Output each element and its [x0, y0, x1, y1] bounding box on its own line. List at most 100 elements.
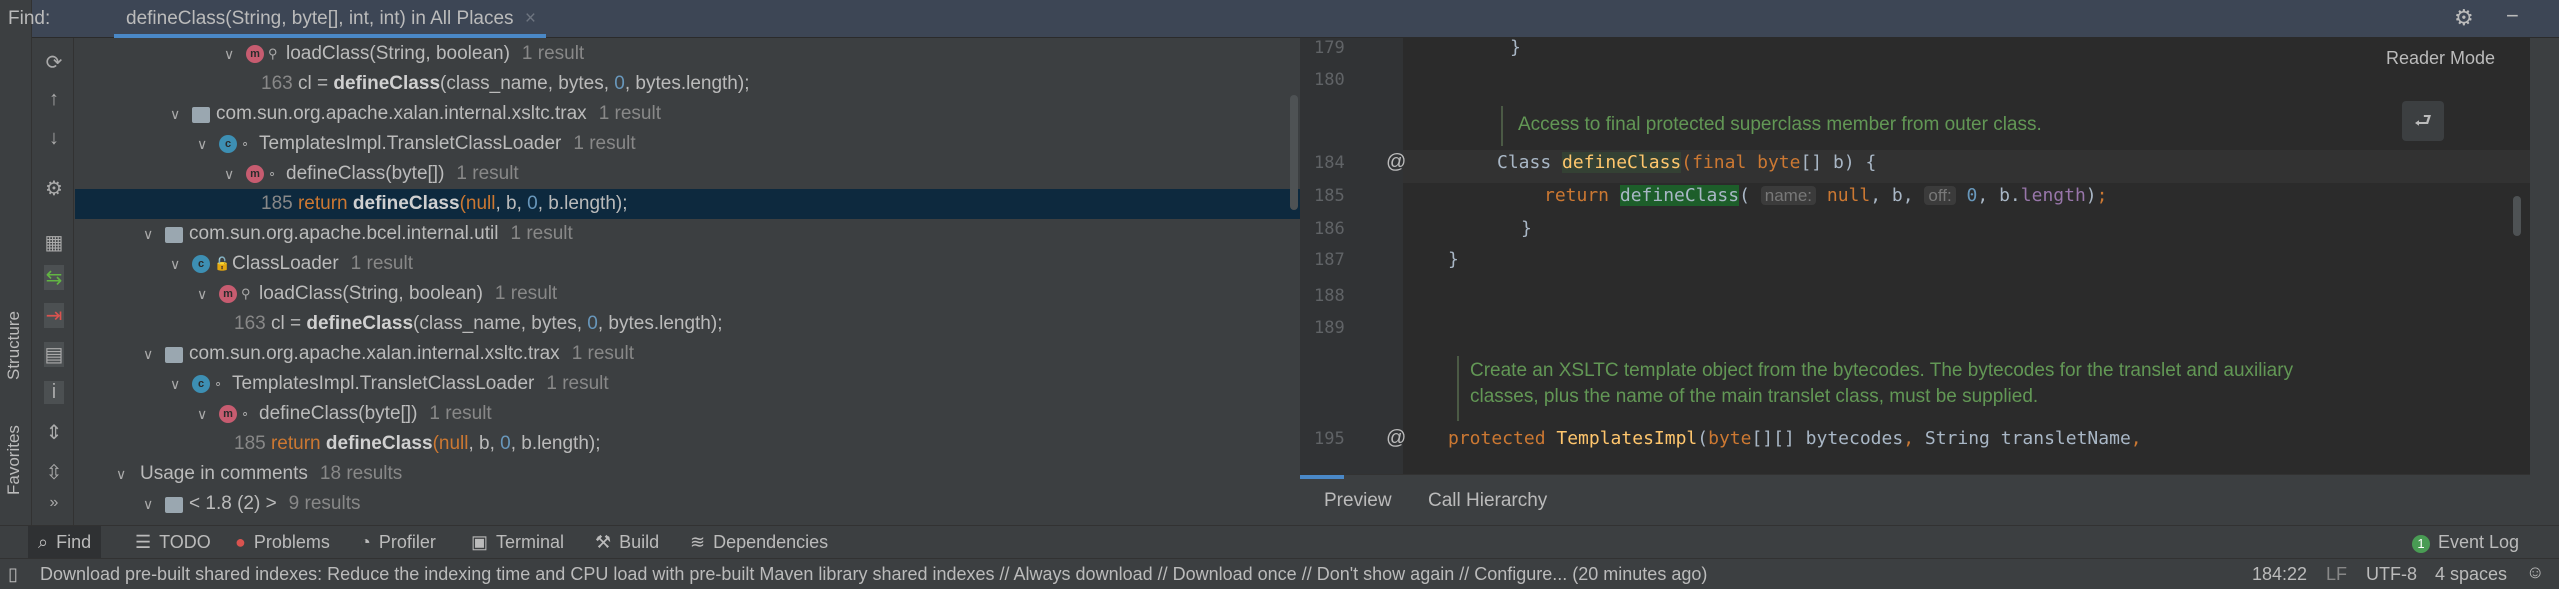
usage-line[interactable]: 185 return defineClass(null, b, 0, b.len… — [75, 189, 1300, 219]
code-line[interactable]: } — [1521, 218, 1532, 239]
usage-line[interactable]: 163 cl = defineClass(class_name, bytes, … — [75, 309, 1300, 339]
settings-icon[interactable]: ⚙ — [44, 176, 64, 201]
gear-icon[interactable]: ⚙ — [2454, 5, 2474, 31]
tree-scrollbar[interactable] — [1290, 95, 1298, 210]
find-tab[interactable]: defineClass(String, byte[], int, int) in… — [114, 0, 546, 38]
usage-line[interactable]: 185 return defineClass(null, b, 0, b.len… — [75, 429, 1300, 459]
close-tab-icon[interactable]: × — [525, 8, 536, 29]
info-icon[interactable]: i — [44, 381, 64, 404]
tree-node[interactable]: ∨ c ∘ TemplatesImpl.TransletClassLoader 1 re… — [75, 129, 1300, 159]
horizontal-scrollbar[interactable] — [1300, 475, 1344, 479]
toolwindow-dependencies[interactable]: ≋ Dependencies — [680, 526, 838, 559]
code-token: , bytes.length); — [624, 73, 750, 94]
collapse-all-icon[interactable]: ⇳ — [44, 460, 64, 485]
tree-node[interactable]: ∨ c 🔓 ClassLoader 1 result — [75, 249, 1300, 279]
line-separator[interactable]: LF — [2326, 564, 2347, 585]
chevron-down-icon[interactable]: ∨ — [143, 489, 153, 519]
notification-icon[interactable]: ▯ — [8, 564, 18, 585]
code-line[interactable]: } — [1448, 249, 1459, 270]
caret-position[interactable]: 184:22 — [2252, 564, 2307, 585]
code-token: defineClass — [306, 313, 414, 334]
tree-node[interactable]: ∨ com.sun.org.apache.bcel.internal.util 1 … — [75, 219, 1300, 249]
chevron-down-icon[interactable]: ∨ — [197, 129, 207, 159]
more-icon[interactable]: » — [44, 494, 64, 512]
node-text: TemplatesImpl.TransletClassLoader 1 resul… — [232, 369, 609, 399]
node-label: TemplatesImpl.TransletClassLoader — [259, 133, 562, 154]
minimize-icon[interactable]: − — [2506, 3, 2519, 29]
chevron-down-icon[interactable]: ∨ — [197, 279, 207, 309]
chevron-down-icon[interactable]: ∨ — [170, 249, 180, 279]
chevron-down-icon[interactable]: ∨ — [224, 39, 234, 69]
arrow-up-icon[interactable]: ↑ — [44, 88, 64, 111]
usage-line[interactable]: 163 cl = defineClass(class_name, bytes, … — [75, 69, 1300, 99]
toolwindow-profiler[interactable]: ◔ Profiler — [350, 526, 446, 559]
status-message[interactable]: Download pre-built shared indexes: Reduc… — [40, 564, 1707, 585]
code-token: } — [1521, 218, 1532, 239]
tree-node[interactable]: ∨ com.sun.org.apache.xalan.internal.xsltc… — [75, 99, 1300, 129]
override-marker-icon[interactable]: @ — [1386, 151, 1406, 174]
visibility-icon: 🔓 — [214, 256, 231, 271]
toolwindow-build[interactable]: ⚒ Build — [585, 526, 669, 559]
toolwindow-todo[interactable]: ☰ TODO — [125, 526, 221, 559]
left-tool-strip: Structure Favorites — [0, 0, 32, 525]
profiler-icon: ◔ — [360, 532, 371, 552]
tree-node[interactable]: ∨ c ∘ TemplatesImpl.TransletClassLoader 1 re… — [75, 369, 1300, 399]
chevron-down-icon[interactable]: ∨ — [197, 399, 207, 429]
code-token: 0 — [527, 193, 538, 214]
code-line[interactable]: } — [1510, 38, 1521, 58]
favorites-tab[interactable]: Favorites — [4, 425, 24, 495]
editor-scrollbar[interactable] — [2513, 196, 2521, 236]
result-count: 18 results — [319, 463, 403, 484]
indent-setting[interactable]: 4 spaces — [2435, 564, 2507, 585]
event-log-label: Event Log — [2438, 532, 2520, 552]
encoding[interactable]: UTF-8 — [2366, 564, 2417, 585]
arrow-down-icon[interactable]: ↓ — [44, 127, 64, 150]
module-icon[interactable]: ▤ — [44, 342, 64, 367]
chevron-down-icon[interactable]: ∨ — [170, 99, 180, 129]
chevron-down-icon[interactable]: ∨ — [143, 339, 153, 369]
chevron-down-icon[interactable]: ∨ — [170, 369, 180, 399]
package-icon — [165, 347, 183, 363]
right-strip — [2530, 38, 2559, 525]
tree-node[interactable]: ∨ m ⚲ loadClass(String, boolean) 1 result — [75, 39, 1300, 69]
write-access-icon[interactable]: ⇥ — [44, 303, 64, 328]
code-line[interactable]: Class defineClass(final byte[] b) { — [1497, 152, 1876, 173]
reader-mode-button[interactable]: Reader Mode — [2386, 48, 2495, 69]
line-number: 185 — [1314, 186, 1345, 206]
chevron-down-icon[interactable]: ∨ — [143, 219, 153, 249]
tree-node[interactable]: ∨ < 1.8 (2) > 9 results — [75, 489, 1300, 519]
toolwindow-label: Find — [56, 532, 92, 552]
group-icon[interactable]: ▦ — [44, 230, 64, 255]
chevron-down-icon[interactable]: ∨ — [116, 459, 126, 489]
tree-node[interactable]: ∨ m ⚲ loadClass(String, boolean) 1 result — [75, 279, 1300, 309]
toolwindow-find[interactable]: ⌕ Find — [28, 526, 102, 559]
tree-node[interactable]: ∨ m ∘ defineClass(byte[]) 1 result — [75, 399, 1300, 429]
line-number: 184 — [1314, 153, 1345, 173]
structure-tab[interactable]: Structure — [4, 311, 24, 380]
code-token: 0 — [1955, 185, 1978, 206]
code-line[interactable]: return defineClass( name: null, b, off: … — [1544, 185, 2107, 206]
tab-preview[interactable]: Preview — [1324, 490, 1392, 512]
inspector-icon[interactable]: ☺ — [2526, 562, 2544, 583]
rerun-icon[interactable]: ⟳ — [44, 50, 64, 75]
event-log-button[interactable]: 1 Event Log — [2412, 526, 2519, 559]
code-token: (class_name, bytes, — [413, 313, 588, 334]
code-line[interactable]: protected TemplatesImpl(byte[][] bytecod… — [1448, 428, 2142, 449]
toolwindow-label: Problems — [253, 532, 330, 552]
result-count: 1 result — [429, 403, 492, 424]
toolwindow-terminal[interactable]: ▣ Terminal — [461, 526, 574, 559]
tree-node[interactable]: ∨ Usage in comments 18 results — [75, 459, 1300, 489]
code-token: cl = — [297, 73, 334, 94]
toolwindow-problems[interactable]: ● Problems — [225, 526, 340, 559]
override-marker-icon[interactable]: @ — [1386, 427, 1406, 450]
expand-all-icon[interactable]: ⇕ — [44, 420, 64, 445]
code-token: null — [438, 433, 469, 454]
node-label: loadClass(String, boolean) — [259, 283, 483, 304]
doc-comment: classes, plus the name of the main trans… — [1470, 386, 2039, 407]
tree-node[interactable]: ∨ com.sun.org.apache.xalan.internal.xsltc… — [75, 339, 1300, 369]
tree-node[interactable]: ∨ m ∘ defineClass(byte[]) 1 result — [75, 159, 1300, 189]
reformat-button[interactable]: ⮐ — [2402, 101, 2444, 141]
tab-call-hierarchy[interactable]: Call Hierarchy — [1428, 490, 1547, 512]
chevron-down-icon[interactable]: ∨ — [224, 159, 234, 189]
read-access-icon[interactable]: ⇆ — [44, 265, 64, 290]
